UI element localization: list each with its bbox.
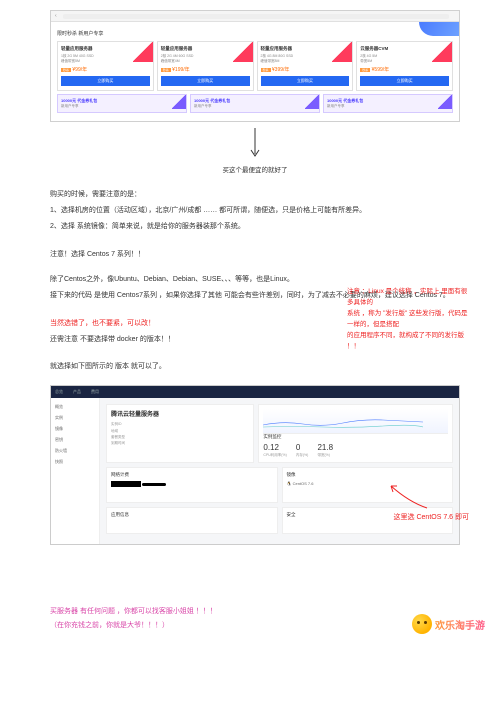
dashboard-nav: 总览 产品 费用 (51, 386, 459, 398)
buy-button[interactable]: 立即购买 (261, 76, 350, 86)
buy-button[interactable]: 立即购买 (161, 76, 250, 86)
para-image: 2、选择 系统镜像：简单来说，就是给你的服务器装那个系统。 (50, 220, 460, 233)
monitor-chart (263, 409, 448, 434)
para-region: 1、选择机房的位置（活动区域），北京/广州/成都 …… 都可所谓，随便选，只是价… (50, 204, 460, 217)
pricing-card: 轻量应用服务器2核 4G 8M 80G SSD峰值带宽8M秒杀 ¥399/年立即… (257, 41, 354, 91)
redacted-scribble (142, 481, 166, 487)
browser-toolbar: ‹ (51, 11, 459, 22)
brand-name: 欢乐淘手游 (435, 617, 485, 632)
pricing-card: 轻量应用服务器2核 2G 4M 60G SSD峰值带宽4M秒杀 ¥199/年立即… (157, 41, 254, 91)
footer-note: 买服务器 有任何问题 ，你都可以找客服小姐姐 ！！！ （在你充钱之前，你就是大爷… (50, 605, 460, 632)
ribbon-icon (233, 42, 253, 62)
brand-mascot-icon (412, 614, 432, 634)
centos-callout: 这里选 CentOS 7.6 即可 (394, 512, 469, 522)
watermark-brand: 欢乐淘手游 (412, 614, 485, 634)
voucher-banner: 10000元 代金券礼包新用户专享 (323, 94, 453, 113)
tab-header: 限时秒杀 新用户专享 (57, 30, 453, 37)
dashboard-screenshot: 总览 产品 费用 概览 实例 镜像 密钥 防火墙 快照 腾讯云轻量服务器 实例I… (50, 385, 460, 545)
pricing-screenshot: ‹ 限时秒杀 新用户专享 轻量应用服务器1核 2G 5M 40G SSD峰值带宽… (50, 10, 460, 122)
ribbon-icon (432, 42, 452, 62)
monitor-card: 实例监控 0.12CPU利用率(%) 0内存(%) 21.8带宽(%) (258, 404, 453, 463)
caption-cheapest: 买这个最便宜的就好了 (50, 164, 460, 174)
voucher-banner: 10000元 代金券礼包新用户专享 (57, 94, 187, 113)
para-see-below: 就选择如下图所示的 版本 就可以了。 (50, 360, 460, 373)
ribbon-icon (305, 95, 319, 109)
pricing-card: 轻量应用服务器1核 2G 5M 40G SSD峰值带宽5M秒杀 ¥99/年立即购… (57, 41, 154, 91)
back-icon: ‹ (55, 13, 57, 19)
buy-button[interactable]: 立即购买 (61, 76, 150, 86)
hero-graphic (419, 22, 459, 36)
callout-arrow-icon (379, 480, 429, 510)
net-card: 网络计费 (106, 467, 278, 503)
ribbon-icon (172, 95, 186, 109)
buy-button[interactable]: 立即购买 (360, 76, 449, 86)
voucher-banner: 10000元 代金券礼包新用户专享 (190, 94, 320, 113)
ribbon-icon (133, 42, 153, 62)
url-bar (63, 14, 449, 19)
arrow-down-icon (50, 128, 460, 160)
instance-info-card: 腾讯云轻量服务器 实例ID 地域 套餐类型 到期时间 (106, 404, 254, 463)
ribbon-icon (332, 42, 352, 62)
para-other-distros: 除了Centos之外，像Ubuntu、Debian、Debian、SUSE、、、… (50, 273, 460, 286)
pricing-card: 云服务器CVM2核 4G 5M带宽5M秒杀 ¥599/年立即购买 (356, 41, 453, 91)
dashboard-sidebar: 概览 实例 镜像 密钥 防火墙 快照 (51, 398, 100, 544)
ribbon-icon (438, 95, 452, 109)
para-intro: 购买的时候，需要注意的是： (50, 188, 460, 201)
linux-distro-note: 注意 ：Linux 是个统称 ，实际上 里面有很多具体的 系统 ，称为 "发行版… (347, 286, 472, 352)
app-card: 应用信息 (106, 507, 278, 534)
para-centos-warn: 注意！选择 Centos 7 系列！！ (50, 248, 460, 261)
redacted-bar (111, 481, 141, 487)
